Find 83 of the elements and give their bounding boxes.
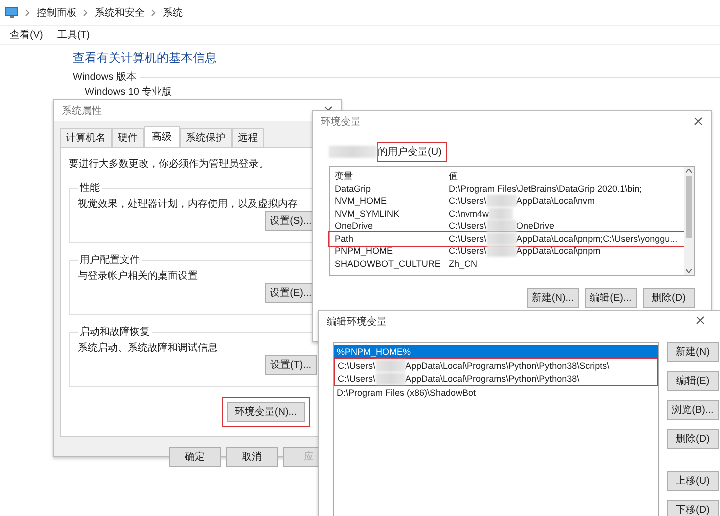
window-title: 编辑环境变量 <box>327 316 387 328</box>
dialog-button[interactable]: 上移(U) <box>667 471 719 491</box>
value-text: AppData\Local\nvm <box>516 196 596 206</box>
value-text: C:\nvm4w <box>449 208 490 219</box>
chevron-icon <box>151 8 157 16</box>
entry-text: C:\Users\ <box>338 360 376 370</box>
section-label: Windows 版本 <box>73 70 136 84</box>
entry-text: AppData\Local\Programs\Python\Python38\Scripts\ <box>406 360 610 370</box>
tab[interactable]: 硬件 <box>112 128 144 147</box>
value-text: AppData\Local\pnpm;C:\Users\yonggu... <box>516 234 678 244</box>
edition-text: Windows 10 专业版 <box>84 87 174 98</box>
dialog-button[interactable]: 取消 <box>226 447 278 467</box>
entry-text: D:\Program Files (x86)\ShadowBot <box>337 388 476 398</box>
variable-row[interactable]: Path C:\Users\ AppData\Local\pnpm;C:\Users\yonggu... <box>330 232 684 245</box>
variable-row[interactable]: PNPM_HOME C:\Users\ AppData\Local\pnpm <box>330 245 684 258</box>
variable-row[interactable]: NVM_HOME C:\Users\ AppData\Local\nvm <box>330 195 684 208</box>
notice-text: 要进行大多数更改，你必须作为管理员登录。 <box>69 158 270 171</box>
chevron-icon <box>83 8 89 16</box>
window-title: 环境变量 <box>321 116 361 128</box>
group-description: 视觉效果，处理器计划，内存使用，以及虚拟内存 <box>78 198 299 211</box>
chevron-icon <box>25 8 31 16</box>
tab[interactable]: 远程 <box>232 128 264 147</box>
variable-row[interactable]: SHADOWBOT_CULTURE Zh_CN <box>330 258 684 270</box>
path-entry[interactable]: C:\Users\ AppData\Local\Programs\Python\Python38\Scripts\ <box>335 359 657 372</box>
variable-row[interactable]: NVM_SYMLINK C:\nvm4w <box>330 208 684 220</box>
dialog-button[interactable]: 编辑(E)... <box>585 288 637 308</box>
dialog-button[interactable]: 新建(N)... <box>527 288 579 308</box>
variable-name: DataGrip <box>335 184 372 194</box>
menu-item[interactable]: 查看(V) <box>10 28 44 42</box>
window-title: 系统属性 <box>62 104 102 118</box>
group-description: 与登录帐户相关的桌面设置 <box>78 270 199 283</box>
path-entry[interactable]: C:\Users\ AppData\Local\Programs\Python\Python38\ <box>335 372 657 385</box>
variable-name: PNPM_HOME <box>335 246 394 256</box>
breadcrumb-item[interactable]: 控制面板 <box>37 6 77 20</box>
path-entry[interactable]: %PNPM_HOME% <box>334 345 658 358</box>
variable-name: OneDrive <box>335 221 374 232</box>
dialog-button[interactable]: 浏览(B)... <box>667 400 719 420</box>
column-header[interactable]: 变量 <box>335 170 449 183</box>
variable-name: NVM_HOME <box>335 196 388 206</box>
variable-row[interactable]: OneDrive C:\Users\ OneDrive <box>330 220 684 232</box>
variable-name: SHADOWBOT_CULTURE <box>335 258 442 269</box>
entry-text: C:\Users\ <box>338 374 376 384</box>
scrollbar[interactable] <box>684 167 694 275</box>
tab[interactable]: 系统保护 <box>180 128 232 147</box>
entry-text: AppData\Local\Programs\Python\Python38\ <box>406 374 580 384</box>
entry-text: %PNPM_HOME% <box>337 346 412 356</box>
group-title: 用户配置文件 <box>79 254 141 267</box>
dialog-button[interactable]: 确定 <box>169 447 221 467</box>
environment-variables-button[interactable]: 环境变量(N)... <box>227 402 305 422</box>
value-text: Zh_CN <box>449 258 478 269</box>
variable-name: NVM_SYMLINK <box>335 208 401 219</box>
value-text: AppData\Local\pnpm <box>516 246 601 256</box>
value-text: C:\Users\ <box>449 234 487 244</box>
value-text: OneDrive <box>516 221 555 232</box>
dialog-button[interactable]: 下移(D) <box>667 500 719 516</box>
tab[interactable]: 高级 <box>144 126 180 148</box>
monitor-icon <box>5 6 19 18</box>
close-icon[interactable] <box>694 117 703 126</box>
group-description: 系统启动、系统故障和调试信息 <box>78 342 219 355</box>
variable-name: Path <box>335 234 355 244</box>
scroll-down-icon[interactable] <box>686 269 692 273</box>
value-text: D:\Program Files\JetBrains\DataGrip 2020.1\bin; <box>449 184 642 194</box>
variable-row[interactable]: DataGrip D:\Program Files\JetBrains\DataGrip 2020.1\bin; <box>330 182 684 195</box>
tab[interactable]: 计算机名 <box>60 128 112 147</box>
breadcrumb-item[interactable]: 系统和安全 <box>95 6 145 20</box>
dialog-button[interactable]: 新建(N) <box>667 342 719 362</box>
dialog-button[interactable]: 删除(D) <box>667 429 719 449</box>
user-variables-label: 的用户变量(U) <box>377 142 447 162</box>
dialog-button[interactable]: 编辑(E) <box>667 371 719 391</box>
value-text: C:\Users\ <box>449 221 487 232</box>
value-text: C:\Users\ <box>449 196 487 206</box>
settings-button[interactable]: 设置(T)... <box>265 355 317 375</box>
page-heading: 查看有关计算机的基本信息 <box>73 50 218 67</box>
scroll-up-icon[interactable] <box>686 169 692 173</box>
group-title: 性能 <box>78 182 101 195</box>
dialog-button[interactable]: 删除(D) <box>643 288 695 308</box>
breadcrumb-item[interactable]: 系统 <box>163 6 183 20</box>
close-icon[interactable] <box>696 316 705 324</box>
menu-item[interactable]: 工具(T) <box>57 28 90 42</box>
path-entry[interactable]: D:\Program Files (x86)\ShadowBot <box>334 386 658 399</box>
value-text: C:\Users\ <box>449 246 487 256</box>
column-header[interactable]: 值 <box>449 170 458 183</box>
group-title: 启动和故障恢复 <box>79 326 151 339</box>
